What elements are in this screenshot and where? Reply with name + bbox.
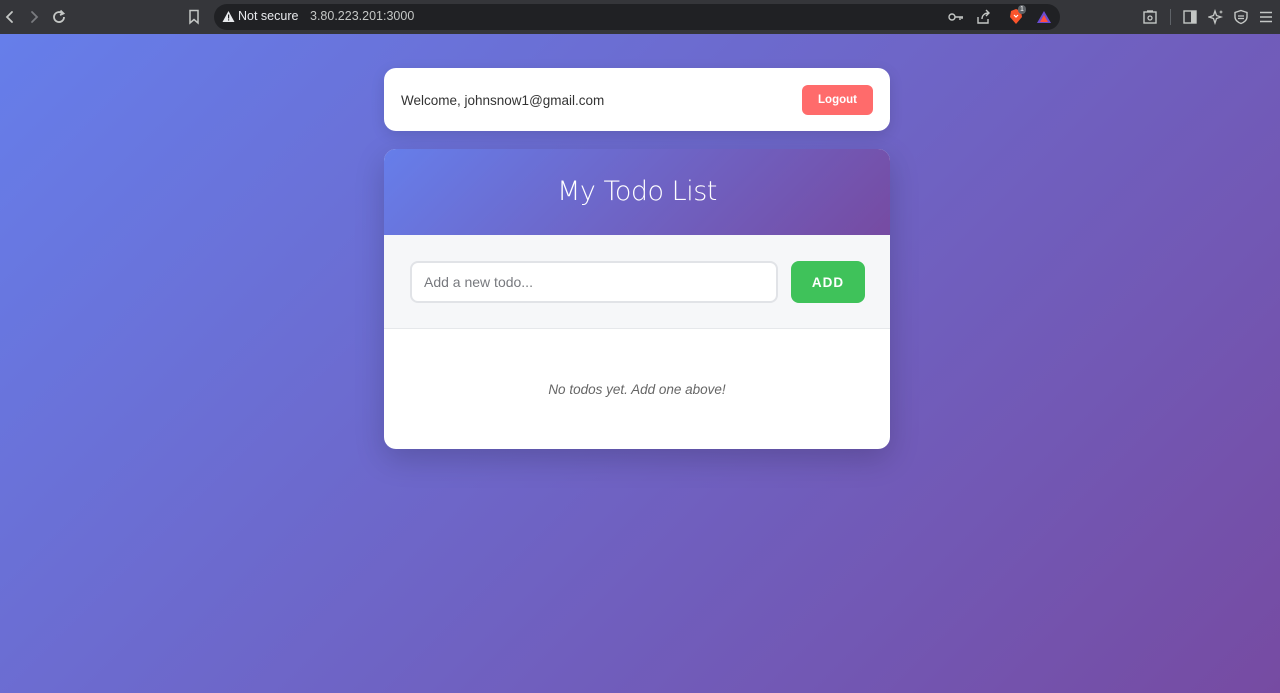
todo-header: My Todo List [384,149,890,235]
toolbar-divider [1170,9,1171,25]
reload-icon[interactable] [49,7,69,27]
url-text[interactable]: 3.80.223.201:3000 [310,9,414,23]
add-button[interactable]: ADD [791,261,865,303]
forward-arrow-icon[interactable] [24,7,44,27]
empty-state-message: No todos yet. Add one above! [548,382,726,397]
brave-rewards-icon[interactable] [1034,7,1054,27]
leo-ai-icon[interactable] [1206,7,1226,27]
address-bar[interactable]: Not secure 3.80.223.201:3000 1 [214,4,1060,30]
screenshot-icon[interactable] [1140,7,1160,27]
key-icon[interactable] [946,7,966,27]
back-arrow-icon[interactable] [0,7,20,27]
todo-input[interactable] [410,261,778,303]
add-todo-form: ADD [384,235,890,329]
security-label[interactable]: Not secure [238,9,298,23]
bookmark-icon[interactable] [184,7,204,27]
brave-badge: 1 [1018,5,1026,14]
sidebar-icon[interactable] [1180,7,1200,27]
brave-shields-icon[interactable]: 1 [1006,5,1026,27]
page-title: My Todo List [557,176,717,207]
logout-button[interactable]: Logout [802,85,873,115]
todo-card: My Todo List ADD No todos yet. Add one a… [384,149,890,449]
warning-icon[interactable] [222,10,235,28]
welcome-text: Welcome, johnsnow1@gmail.com [401,93,605,108]
welcome-header: Welcome, johnsnow1@gmail.com Logout [384,68,890,131]
vpn-shield-icon[interactable] [1231,7,1251,27]
hamburger-menu-icon[interactable] [1256,7,1276,27]
browser-toolbar: Not secure 3.80.223.201:3000 1 [0,0,1280,34]
share-icon[interactable] [974,7,994,27]
